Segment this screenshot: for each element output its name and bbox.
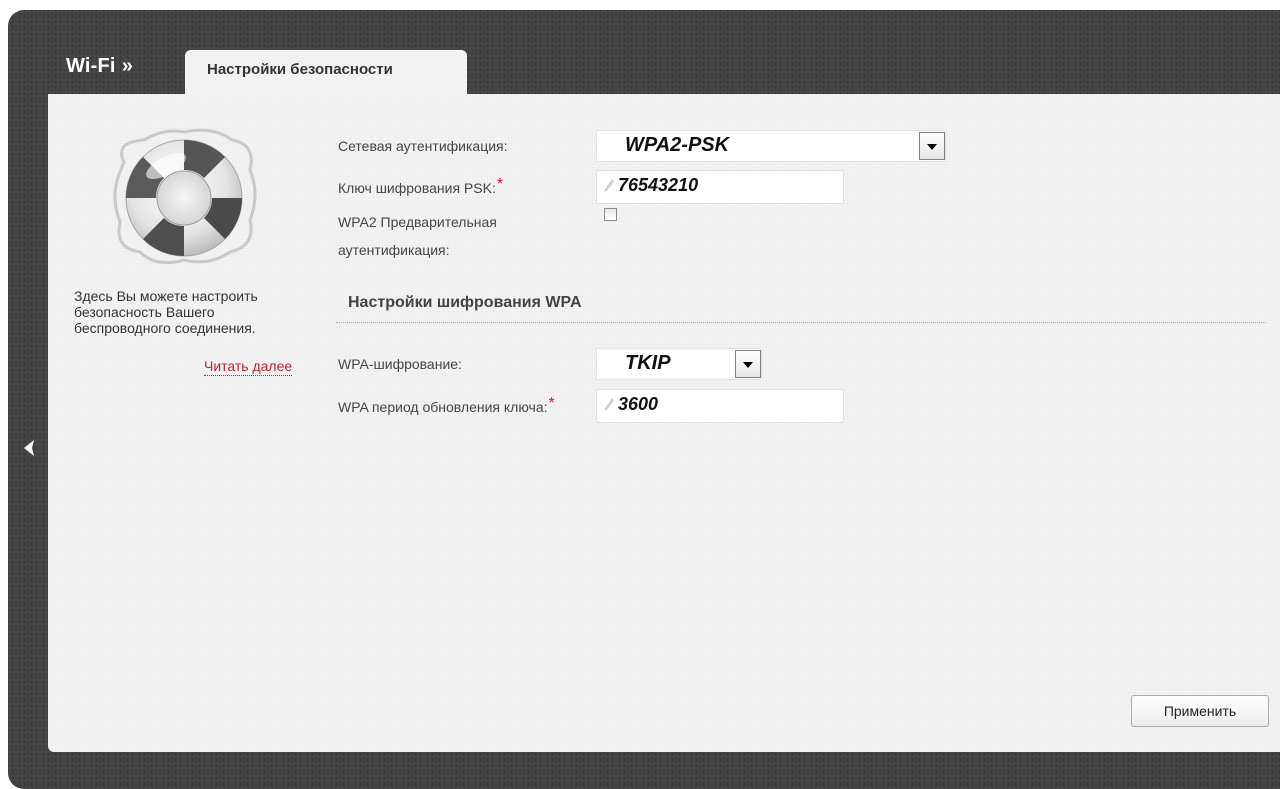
read-more-link[interactable]: Читать далее — [204, 358, 293, 376]
lifebuoy-icon — [104, 122, 264, 272]
auth-label: Сетевая аутентификация: — [338, 138, 508, 154]
section-divider — [336, 322, 1266, 323]
rekey-label: WPA период обновления ключа:* — [338, 391, 555, 420]
psk-label-text: Ключ шифрования PSK: — [338, 180, 496, 196]
psk-value: 76543210 — [618, 175, 699, 195]
breadcrumb-separator: » — [121, 55, 134, 77]
wpa-encryption-label: WPA-шифрование: — [338, 356, 462, 372]
preauth-label-line1: WPA2 Предварительная — [338, 214, 497, 230]
tab-label: Настройки безопасности — [207, 61, 393, 78]
pencil-icon — [604, 398, 614, 411]
wpa-encryption-select[interactable]: TKIP — [596, 348, 762, 380]
wpa-encryption-value: TKIP — [625, 352, 671, 374]
psk-label: Ключ шифрования PSK:* — [338, 172, 503, 201]
tab-security-settings[interactable]: Настройки безопасности — [185, 50, 467, 94]
help-text: Здесь Вы можете настроить безопасность В… — [74, 288, 258, 336]
required-mark: * — [496, 176, 504, 193]
pencil-icon — [604, 179, 614, 192]
auth-select[interactable]: WPA2-PSK — [596, 130, 946, 162]
required-mark: * — [548, 395, 555, 412]
chevron-down-icon[interactable] — [735, 350, 761, 378]
preauth-label-line2: аутентификация: — [338, 242, 450, 258]
breadcrumb: Wi-Fi» — [66, 55, 133, 78]
preauth-checkbox[interactable] — [604, 208, 617, 221]
rekey-value: 3600 — [618, 394, 659, 414]
breadcrumb-root[interactable]: Wi-Fi — [66, 55, 116, 77]
auth-select-value: WPA2-PSK — [625, 134, 730, 156]
rekey-label-text: WPA период обновления ключа: — [338, 399, 548, 415]
wpa-section-title: Настройки шифрования WPA — [348, 294, 582, 311]
rekey-input[interactable]: 3600 — [596, 389, 844, 423]
back-arrow-icon[interactable] — [18, 434, 40, 462]
psk-input[interactable]: 76543210 — [596, 170, 844, 204]
apply-button[interactable]: Применить — [1131, 695, 1269, 727]
chevron-down-icon[interactable] — [919, 132, 945, 160]
